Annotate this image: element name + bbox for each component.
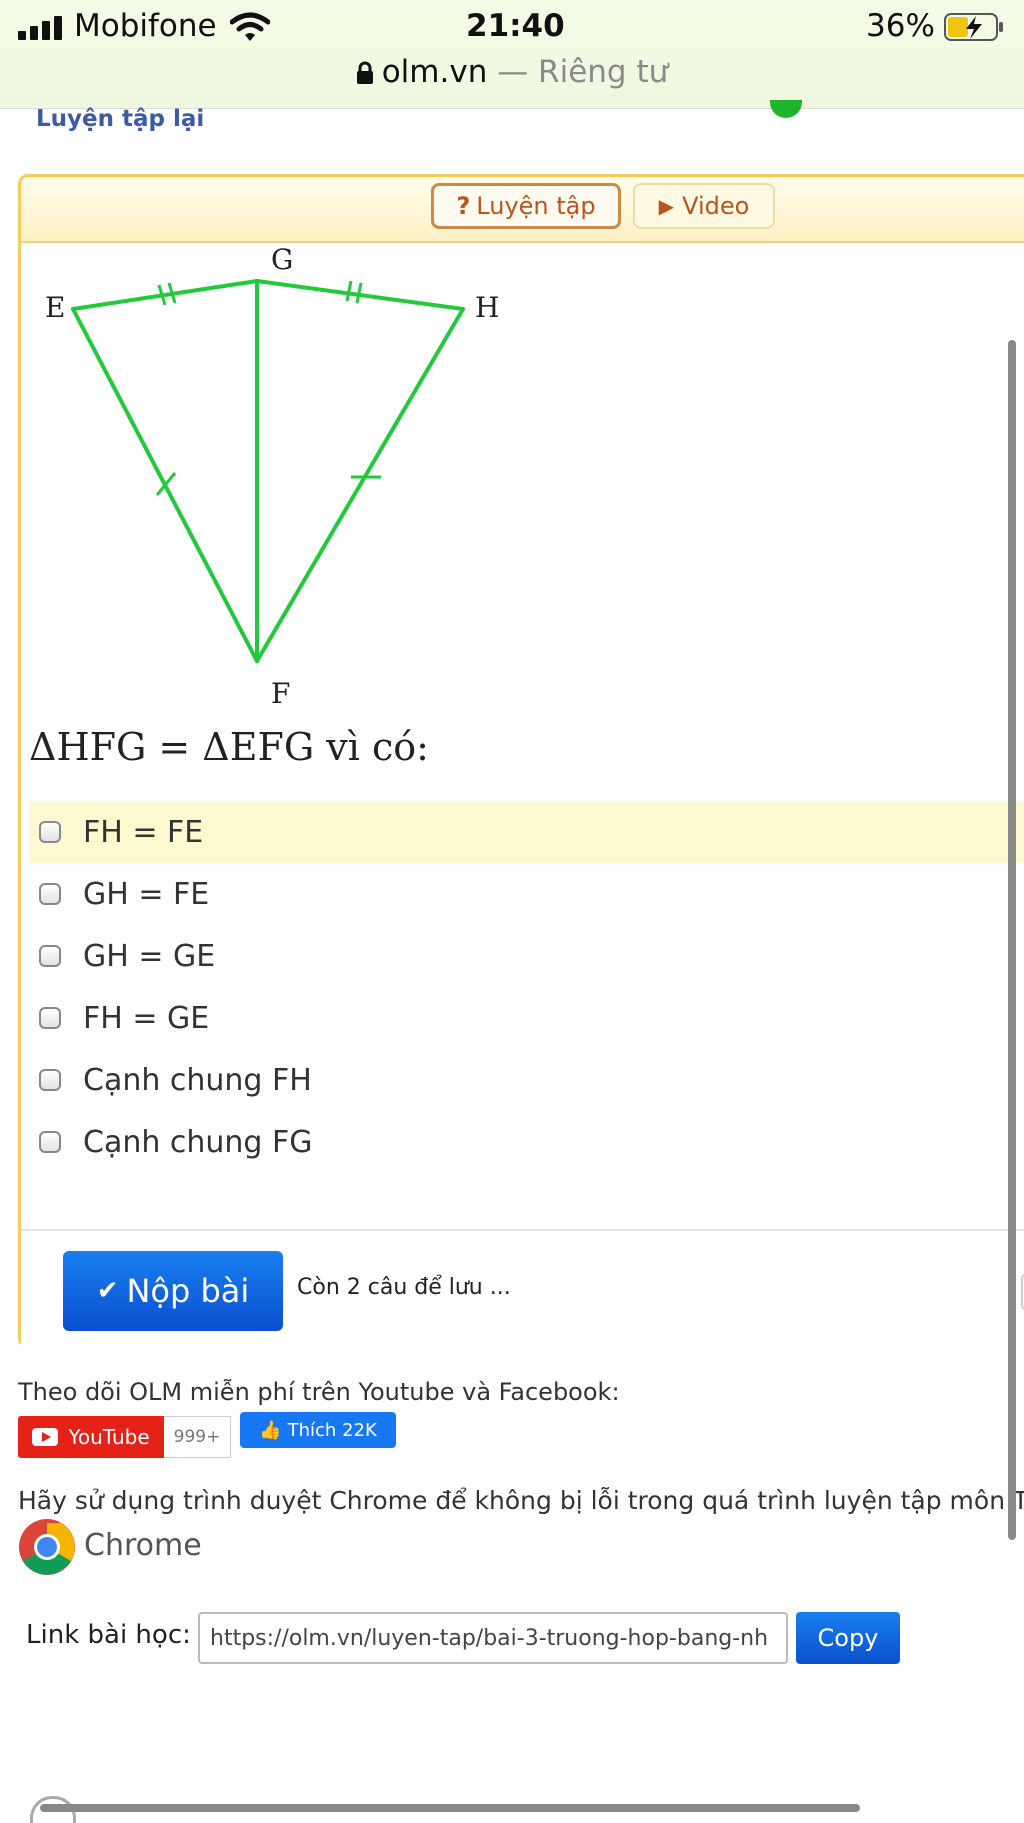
checkbox[interactable] bbox=[39, 883, 61, 905]
copy-button[interactable]: Copy bbox=[796, 1612, 900, 1664]
submit-button[interactable]: ✔ Nộp bài bbox=[63, 1251, 283, 1331]
checkbox[interactable] bbox=[39, 821, 61, 843]
youtube-subscribe[interactable]: YouTube 999+ bbox=[18, 1416, 231, 1458]
label-f: F bbox=[271, 677, 290, 710]
status-bar: Mobifone 21:40 36% olm.vn — Riêng tư bbox=[0, 0, 1024, 109]
follow-text: Theo dõi OLM miễn phí trên Youtube và Fa… bbox=[18, 1378, 620, 1406]
facebook-like-button[interactable]: 👍 Thích 22K bbox=[240, 1412, 396, 1448]
question-mark-icon: ? bbox=[456, 192, 471, 220]
facebook-label: Thích bbox=[287, 1419, 337, 1441]
carrier-name: Mobifone bbox=[74, 8, 217, 44]
youtube-icon bbox=[32, 1428, 59, 1446]
option-item[interactable]: FH = GE bbox=[29, 987, 1024, 1049]
play-icon: ▶ bbox=[658, 194, 675, 218]
check-icon: ✔ bbox=[96, 1276, 119, 1306]
thumbs-up-icon: 👍 bbox=[259, 1419, 282, 1441]
option-item[interactable]: GH = GE bbox=[29, 925, 1024, 987]
option-label: Cạnh chung FH bbox=[83, 1062, 312, 1098]
label-e: E bbox=[45, 291, 65, 324]
battery-icon bbox=[944, 13, 1003, 41]
label-h: H bbox=[475, 291, 499, 324]
panel-footer: ✔ Nộp bài Còn 2 câu để lưu ... bbox=[21, 1229, 1024, 1349]
scrollbar[interactable] bbox=[1008, 340, 1016, 1540]
facebook-count: 22K bbox=[342, 1419, 377, 1441]
figure-lines bbox=[71, 279, 465, 663]
lesson-link-label: Link bài học: bbox=[26, 1620, 191, 1650]
status-dot bbox=[770, 100, 802, 118]
home-indicator bbox=[40, 1804, 860, 1812]
checkbox[interactable] bbox=[39, 945, 61, 967]
practice-again-link[interactable]: Luyện tập lại bbox=[36, 106, 204, 132]
checkbox[interactable] bbox=[39, 1069, 61, 1091]
privacy-label: — Riêng tư bbox=[497, 54, 669, 90]
youtube-button[interactable]: YouTube bbox=[18, 1416, 164, 1458]
option-item[interactable]: Cạnh chung FG bbox=[29, 1111, 1024, 1173]
option-label: FH = FE bbox=[83, 814, 204, 850]
chrome-icon bbox=[19, 1519, 75, 1575]
answer-options: FH = FE GH = FE GH = GE FH = GE Cạnh chu… bbox=[29, 801, 1024, 1173]
option-item[interactable]: FH = FE bbox=[29, 801, 1024, 863]
option-label: GH = FE bbox=[83, 876, 210, 912]
remaining-text: Còn 2 câu để lưu ... bbox=[297, 1275, 511, 1300]
label-g: G bbox=[271, 243, 293, 276]
question-text: ΔHFG = ΔEFG vì có: bbox=[29, 725, 429, 769]
url-text: olm.vn bbox=[381, 54, 488, 90]
geometry-figure: E G H F bbox=[45, 243, 499, 710]
tab-video-label: Video bbox=[682, 192, 750, 220]
chrome-label: Chrome bbox=[84, 1528, 202, 1563]
address-bar[interactable]: olm.vn — Riêng tư bbox=[0, 54, 1024, 90]
wifi-icon bbox=[230, 12, 270, 41]
lock-icon bbox=[356, 61, 373, 84]
battery-percent: 36% bbox=[866, 8, 935, 44]
tab-video[interactable]: ▶ Video bbox=[633, 183, 775, 229]
option-item[interactable]: Cạnh chung FH bbox=[29, 1049, 1024, 1111]
option-item[interactable]: GH = FE bbox=[29, 863, 1024, 925]
lesson-link-input[interactable]: https://olm.vn/luyen-tap/bai-3-truong-ho… bbox=[198, 1612, 788, 1664]
browser-note: Hãy sử dụng trình duyệt Chrome để không … bbox=[18, 1486, 1024, 1515]
signal-icon bbox=[18, 16, 62, 40]
option-label: Cạnh chung FG bbox=[83, 1124, 313, 1160]
clock: 21:40 bbox=[466, 8, 565, 44]
tab-practice-label: Luyện tập bbox=[476, 192, 596, 220]
segment-hf bbox=[255, 307, 465, 663]
youtube-label: YouTube bbox=[68, 1425, 150, 1449]
submit-label: Nộp bài bbox=[126, 1272, 250, 1310]
tick-marks bbox=[155, 280, 381, 496]
panel-header: ? Luyện tập ▶ Video bbox=[21, 177, 1024, 243]
checkbox[interactable] bbox=[39, 1007, 61, 1029]
tab-practice[interactable]: ? Luyện tập bbox=[431, 183, 621, 229]
option-label: GH = GE bbox=[83, 938, 216, 974]
youtube-count: 999+ bbox=[164, 1416, 231, 1458]
checkbox[interactable] bbox=[39, 1131, 61, 1153]
option-label: FH = GE bbox=[83, 1000, 210, 1036]
practice-panel: ? Luyện tập ▶ Video E G H F ΔHFG = ΔEFG … bbox=[18, 174, 1024, 1349]
